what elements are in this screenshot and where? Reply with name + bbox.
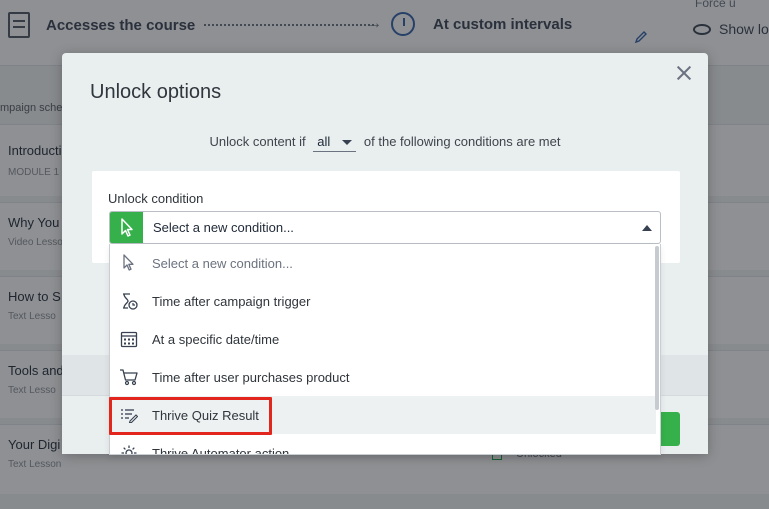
cart-icon [118, 366, 140, 388]
option-label: Thrive Automator action [152, 445, 290, 455]
unlock-rule: Unlock content if all of the following c… [62, 134, 708, 152]
rule-suffix: of the following conditions are met [363, 134, 561, 149]
condition-mode-value: all [317, 134, 331, 149]
cursor-icon [118, 252, 140, 274]
cursor-icon [110, 212, 143, 243]
condition-label: Unlock condition [108, 191, 204, 206]
quiz-list-icon [118, 404, 140, 426]
option-label: At a specific date/time [152, 331, 280, 347]
dropdown-option-thrive-quiz[interactable]: Thrive Quiz Result [110, 396, 656, 434]
dropdown-option[interactable]: Select a new condition... [110, 244, 656, 282]
condition-mode-select[interactable]: all [313, 134, 357, 152]
dropdown-option[interactable]: At a specific date/time [110, 320, 656, 358]
option-label: Time after campaign trigger [152, 293, 311, 309]
condition-select[interactable]: Select a new condition... [109, 211, 661, 244]
chevron-down-icon [342, 140, 353, 146]
condition-dropdown: Select a new condition... Time after cam… [109, 244, 661, 455]
option-label: Time after user purchases product [152, 369, 350, 385]
dropdown-option[interactable]: Time after campaign trigger [110, 282, 656, 320]
gear-icon [118, 442, 140, 454]
option-label: Select a new condition... [152, 255, 293, 271]
dropdown-option[interactable]: Time after user purchases product [110, 358, 656, 396]
hourglass-clock-icon [118, 290, 140, 312]
dropdown-scrollbar[interactable] [655, 246, 659, 410]
close-icon[interactable] [674, 63, 694, 83]
option-label: Thrive Quiz Result [152, 407, 259, 423]
dropdown-option[interactable]: Thrive Automator action [110, 434, 656, 455]
calendar-icon [118, 328, 140, 350]
chevron-up-icon [642, 225, 652, 231]
condition-select-value: Select a new condition... [153, 220, 294, 235]
rule-prefix: Unlock content if [209, 134, 306, 149]
modal-title: Unlock options [90, 81, 222, 103]
